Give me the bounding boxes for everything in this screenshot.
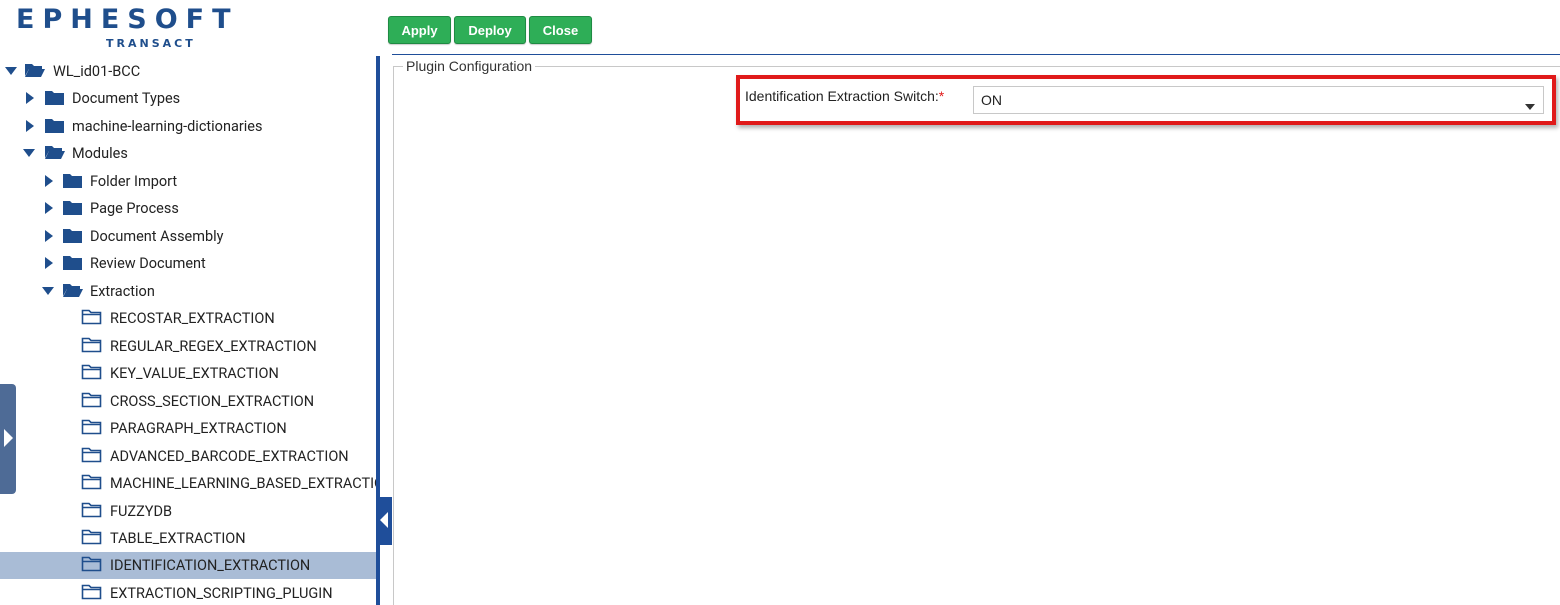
caret-right-icon[interactable] [42, 229, 56, 243]
select-value: ON [981, 92, 1002, 108]
tree-node-folder-import[interactable]: Folder Import [0, 168, 376, 195]
tree-node-document-types[interactable]: Document Types [0, 85, 376, 112]
tree-node-plugin[interactable]: ADVANCED_BARCODE_EXTRACTION [0, 443, 376, 470]
tree-label: PARAGRAPH_EXTRACTION [110, 420, 287, 437]
tree-node-plugin[interactable]: CROSS_SECTION_EXTRACTION [0, 388, 376, 415]
tree-label: RECOSTAR_EXTRACTION [110, 310, 275, 327]
caret-right-icon[interactable] [42, 201, 56, 215]
chevron-down-icon [1525, 97, 1535, 113]
tree-node-plugin[interactable]: RECOSTAR_EXTRACTION [0, 305, 376, 332]
tree-node-plugin[interactable]: MACHINE_LEARNING_BASED_EXTRACTION [0, 470, 376, 497]
tree-label: TABLE_EXTRACTION [110, 530, 246, 547]
tree-label: EXTRACTION_SCRIPTING_PLUGIN [110, 585, 333, 602]
tree-node-modules[interactable]: Modules [0, 140, 376, 167]
folder-open-icon [62, 281, 84, 299]
folder-outline-icon [81, 336, 103, 354]
folder-outline-icon [81, 583, 103, 601]
caret-right-icon[interactable] [42, 256, 56, 270]
tree-label: ADVANCED_BARCODE_EXTRACTION [110, 448, 349, 465]
folder-icon [62, 254, 84, 272]
folder-outline-icon [81, 528, 103, 546]
tree-node-plugin[interactable]: PARAGRAPH_EXTRACTION [0, 415, 376, 442]
caret-down-icon[interactable] [4, 64, 18, 78]
folder-outline-icon [81, 418, 103, 436]
caret-left-icon [379, 511, 389, 532]
caret-right-icon[interactable] [23, 91, 37, 105]
folder-outline-icon [81, 555, 103, 573]
folder-icon [62, 172, 84, 190]
tree-label: Extraction [90, 283, 155, 300]
folder-outline-icon [81, 501, 103, 519]
tree-label: Review Document [90, 255, 206, 272]
plugin-configuration-panel [393, 66, 1560, 605]
folder-icon [44, 117, 66, 135]
tree-label: Folder Import [90, 173, 178, 190]
tree-node-document-assembly[interactable]: Document Assembly [0, 223, 376, 250]
close-button[interactable]: Close [529, 16, 592, 44]
folder-outline-icon [81, 363, 103, 381]
caret-right-icon[interactable] [23, 119, 37, 133]
tree-label: KEY_VALUE_EXTRACTION [110, 365, 279, 382]
tree-label: REGULAR_REGEX_EXTRACTION [110, 338, 317, 355]
apply-button[interactable]: Apply [388, 16, 451, 44]
caret-down-icon[interactable] [22, 146, 36, 160]
caret-right-icon[interactable] [42, 174, 56, 188]
expand-panel-handle[interactable] [0, 384, 16, 494]
tree-node-page-process[interactable]: Page Process [0, 195, 376, 222]
tree-label: machine-learning-dictionaries [72, 118, 263, 135]
tree-label: MACHINE_LEARNING_BASED_EXTRACTION [110, 475, 376, 492]
tree-node-plugin-selected[interactable]: IDENTIFICATION_EXTRACTION [0, 552, 376, 579]
tree-node-plugin[interactable]: KEY_VALUE_EXTRACTION [0, 360, 376, 387]
tree-node-plugin[interactable]: REGULAR_REGEX_EXTRACTION [0, 333, 376, 360]
collapse-tree-handle[interactable] [376, 497, 392, 545]
tree-label: Document Types [72, 90, 181, 107]
folder-outline-icon [81, 308, 103, 326]
tree-label: Document Assembly [90, 228, 224, 245]
tree-label: Page Process [90, 200, 179, 217]
folder-outline-icon [81, 473, 103, 491]
folder-outline-icon [81, 391, 103, 409]
logo-wordmark: EPHESOFT [16, 4, 239, 35]
tree-label: FUZZYDB [110, 503, 173, 520]
tree-label: IDENTIFICATION_EXTRACTION [110, 557, 311, 574]
caret-right-icon [2, 428, 14, 451]
folder-icon [62, 227, 84, 245]
deploy-button[interactable]: Deploy [454, 16, 526, 44]
tree-node-plugin[interactable]: FUZZYDB [0, 498, 376, 525]
folder-icon [44, 89, 66, 107]
toolbar: Apply Deploy Close [388, 16, 592, 44]
batch-class-tree: WL_id01-BCC Document Types machine-learn… [0, 58, 376, 605]
tree-node-plugin[interactable]: EXTRACTION_SCRIPTING_PLUGIN [0, 580, 376, 605]
plugin-configuration-legend: Plugin Configuration [403, 58, 536, 74]
tree-node-ml-dictionaries[interactable]: machine-learning-dictionaries [0, 113, 376, 140]
toolbar-divider [392, 54, 1560, 55]
folder-outline-icon [81, 446, 103, 464]
identification-switch-select[interactable]: ON [973, 86, 1544, 114]
tree-node-plugin[interactable]: TABLE_EXTRACTION [0, 525, 376, 552]
tree-node-root[interactable]: WL_id01-BCC [0, 58, 376, 85]
folder-open-icon [24, 61, 46, 79]
identification-switch-label: Identification Extraction Switch:* [745, 88, 944, 104]
required-marker: * [938, 88, 945, 104]
caret-down-icon[interactable] [41, 284, 55, 298]
folder-open-icon [44, 143, 66, 161]
tree-label: WL_id01-BCC [53, 63, 141, 80]
field-label-text: Identification Extraction Switch: [745, 88, 939, 104]
tree-label: Modules [72, 145, 128, 162]
tree-node-extraction[interactable]: Extraction [0, 278, 376, 305]
folder-icon [62, 199, 84, 217]
ephesoft-logo: EPHESOFT TRANSACT [16, 5, 231, 51]
logo-subtitle: TRANSACT [106, 37, 196, 50]
tree-node-review-document[interactable]: Review Document [0, 250, 376, 277]
tree-label: CROSS_SECTION_EXTRACTION [110, 393, 315, 410]
